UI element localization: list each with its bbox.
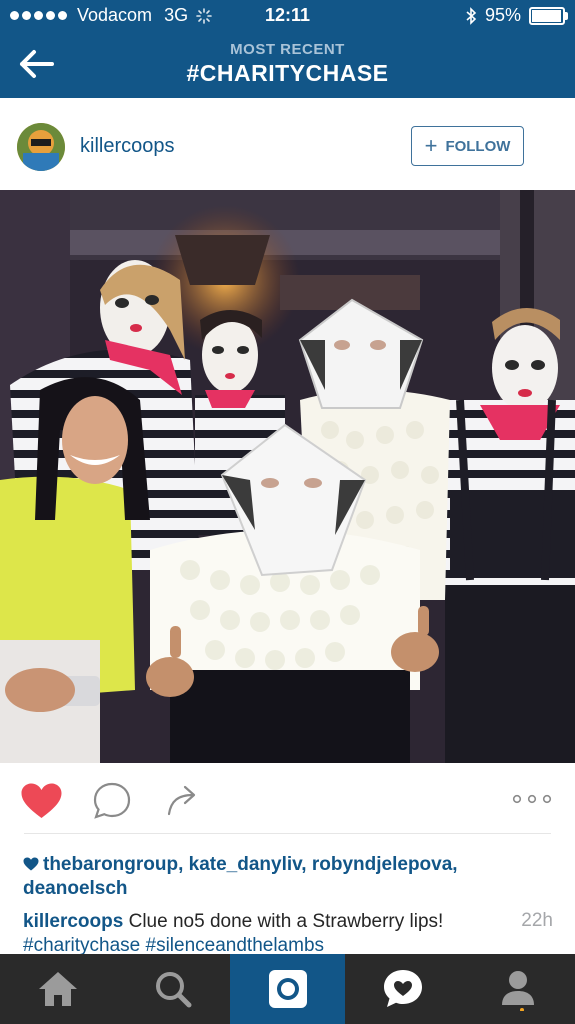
- status-bar: Vodacom 3G 12:11 95%: [0, 0, 575, 32]
- small-heart-icon: [23, 857, 39, 871]
- home-icon: [38, 972, 77, 1006]
- liked-by-users[interactable]: thebarongroup, kate_danyliv, robyndjelep…: [23, 854, 458, 899]
- profile-icon: [501, 971, 534, 1011]
- bottom-tab-bar: [0, 954, 575, 1024]
- more-options-icon[interactable]: [512, 794, 552, 804]
- caption-text: Clue no5 done with a Strawberry lips!: [128, 911, 444, 932]
- comment-icon[interactable]: [92, 781, 132, 821]
- battery-icon: [529, 6, 568, 25]
- tab-profile[interactable]: [460, 954, 575, 1024]
- post-time: 22h: [521, 910, 553, 931]
- plus-icon: +: [424, 133, 438, 158]
- search-icon: [155, 972, 191, 1008]
- follow-label: FOLLOW: [445, 137, 511, 155]
- bluetooth-icon: [466, 6, 477, 25]
- tab-search[interactable]: [115, 954, 230, 1024]
- tab-activity[interactable]: [345, 954, 460, 1024]
- share-icon[interactable]: [166, 783, 200, 817]
- hashtag-silenceandthelambs[interactable]: #silenceandthelambs: [146, 935, 325, 956]
- header: Vodacom 3G 12:11 95% MOST RECENT #CHARIT…: [0, 0, 575, 98]
- avatar[interactable]: [17, 123, 65, 171]
- page-title: #CHARITYCHASE: [186, 60, 389, 86]
- caption-username[interactable]: killercoops: [23, 911, 123, 932]
- likes-line: thebarongroup, kate_danyliv, robyndjelep…: [23, 853, 553, 901]
- divider: [24, 833, 551, 834]
- camera-icon: [268, 970, 307, 1008]
- caption: killercoops Clue no5 done with a Strawbe…: [23, 910, 493, 958]
- header-subtitle: MOST RECENT: [230, 41, 345, 58]
- follow-button[interactable]: + FOLLOW: [411, 126, 524, 166]
- post-actions: [0, 763, 575, 833]
- tab-home[interactable]: [0, 954, 115, 1024]
- post-header: killercoops + FOLLOW: [0, 98, 575, 190]
- heart-filled-icon[interactable]: [20, 782, 63, 820]
- hashtag-charitychase[interactable]: #charitychase: [23, 935, 140, 956]
- battery-percent: 95%: [484, 5, 521, 25]
- activity-heart-bubble-icon: [383, 970, 422, 1007]
- tab-camera[interactable]: [230, 954, 345, 1024]
- post-photo[interactable]: [0, 190, 575, 763]
- post-username[interactable]: killercoops: [80, 135, 174, 158]
